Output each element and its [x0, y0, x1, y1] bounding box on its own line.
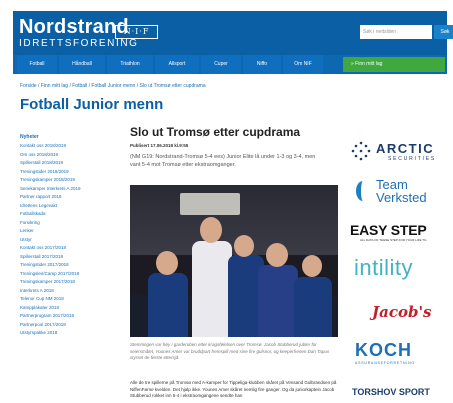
- sponsor-easy-step[interactable]: EASY STEP ALL DATA OF THESE STEP FOR YOU…: [350, 222, 445, 242]
- nav-item-cuper[interactable]: Cuper: [201, 55, 241, 74]
- sidebar-item[interactable]: Kampplakater 2018: [20, 304, 120, 313]
- nav-item-fotball[interactable]: Fotball: [17, 55, 57, 74]
- search-input[interactable]: [360, 25, 432, 39]
- nif-logo: N·I·F: [115, 25, 158, 39]
- article-lead: (NM G19: Nordstrand-Tromsø 5-4 ees) Juni…: [130, 154, 316, 168]
- brand-subtitle: IDRETTSFORENING: [19, 38, 139, 49]
- sponsor-name: TORSHOV SPORT: [352, 387, 430, 397]
- sidebar-item[interactable]: Fotballskada: [20, 210, 120, 219]
- nav-item-handball[interactable]: Håndball: [59, 55, 105, 74]
- article-header: Slo ut Tromsø etter cupdrama Publisert 1…: [130, 125, 330, 169]
- sidebar-item[interactable]: Om oss 2018/2019: [20, 151, 120, 160]
- sidebar-item[interactable]: Treningstider 2018/2019: [20, 168, 120, 177]
- page-title: Fotball Junior menn: [20, 96, 164, 113]
- sidebar-item[interactable]: Treningskamper 2017/2018: [20, 278, 120, 287]
- sidebar-item[interactable]: Spillerstall 2017/2018: [20, 253, 120, 262]
- sponsor-name: Jacob's: [372, 303, 432, 321]
- nav-item-om-nif[interactable]: Om NIF: [283, 55, 323, 74]
- sidebar-item[interactable]: Idrettens Legevakt: [20, 202, 120, 211]
- sidebar-item[interactable]: Seriekamper Interkrets A 2019: [20, 185, 120, 194]
- nav-item-triathlon[interactable]: Triathlon: [107, 55, 153, 74]
- sidebar-item[interactable]: Utstyr: [20, 236, 120, 245]
- find-my-team-button[interactable]: » Finn mitt lag: [343, 57, 445, 72]
- sidebar-item[interactable]: Treningstider 2017/2018: [20, 261, 120, 270]
- site-header: Nordstrand IDRETTSFORENING N·I·F Søk: [13, 11, 453, 55]
- sponsor-name: ARCTIC: [376, 141, 435, 156]
- sponsor-name: intility: [354, 255, 414, 280]
- sponsor-intility[interactable]: intility: [350, 255, 445, 283]
- sponsor-name-line2: Verksted: [376, 190, 427, 205]
- sidebar-item[interactable]: Partner rapport 2018: [20, 193, 120, 202]
- article-title: Slo ut Tromsø etter cupdrama: [130, 125, 301, 139]
- sponsor-jacobs[interactable]: Jacob's: [350, 303, 445, 325]
- main-nav: Fotball Håndball Triathlon Allsport Cupe…: [13, 55, 447, 74]
- sidebar-item[interactable]: Kontakt oss 2018/2019: [20, 142, 120, 151]
- sponsor-team-verksted[interactable]: Team Verksted: [350, 175, 445, 209]
- sidebar-item[interactable]: Partnerpool 2017/2018: [20, 321, 120, 330]
- sponsor-koch[interactable]: KOCH ASSURANSEFORRETNING: [350, 340, 445, 370]
- breadcrumb[interactable]: Forside / Finn mitt lag / Fotball / Fotb…: [20, 83, 206, 89]
- sidebar-item[interactable]: Utstyrspakke 2018: [20, 329, 120, 338]
- arctic-dots-icon: [351, 141, 371, 161]
- sidebar-item[interactable]: Treningskamper 2018/2019: [20, 176, 120, 185]
- sponsor-name: KOCH: [355, 340, 412, 360]
- photo-caption: Stemningen var høy i garderoben etter kr…: [130, 342, 330, 360]
- sidebar-item[interactable]: Spillerstall 2018/2019: [20, 159, 120, 168]
- sidebar-item[interactable]: Interkrets A 2018: [20, 287, 120, 296]
- article-body: Alle de tre spillerne på Tromsø med A-ka…: [130, 380, 337, 398]
- sidebar-item[interactable]: Lenker: [20, 227, 120, 236]
- article-photo: [130, 185, 338, 337]
- sidebar-item[interactable]: Kontakt oss 2017/2018: [20, 244, 120, 253]
- published-date: Publisert 17.06.2018 kl.9:55: [130, 143, 189, 148]
- sidebar-item[interactable]: Telenor Cup NM 2018: [20, 295, 120, 304]
- sidebar-heading[interactable]: Nyheter: [20, 133, 120, 142]
- sponsor-torshov-sport[interactable]: TORSHOV SPORT: [350, 387, 445, 401]
- search-button[interactable]: Søk: [434, 25, 453, 39]
- team-verksted-icon: [356, 181, 370, 201]
- sponsor-name: Team Verksted: [376, 178, 427, 204]
- sponsor-sub: ALL DATA OF THESE STEP FOR YOUR LIFE TIL: [360, 238, 427, 242]
- sidebar: Nyheter Kontakt oss 2018/2019 Om oss 201…: [20, 133, 120, 338]
- nav-item-allsport[interactable]: Allsport: [155, 55, 199, 74]
- sponsor-arctic-securities[interactable]: ARCTIC SECURITIES: [350, 138, 445, 166]
- sponsor-name: EASY STEP: [350, 222, 427, 238]
- sponsor-sub: ASSURANSEFORRETNING: [355, 361, 415, 365]
- nav-item-niffo[interactable]: Niffo: [243, 55, 281, 74]
- sponsor-sub: SECURITIES: [388, 156, 437, 162]
- sidebar-item[interactable]: Partnerprogram 2017/2018: [20, 312, 120, 321]
- sidebar-item[interactable]: Forsikring: [20, 219, 120, 228]
- sidebar-item[interactable]: Treningsleir/Camp 2017/2018: [20, 270, 120, 279]
